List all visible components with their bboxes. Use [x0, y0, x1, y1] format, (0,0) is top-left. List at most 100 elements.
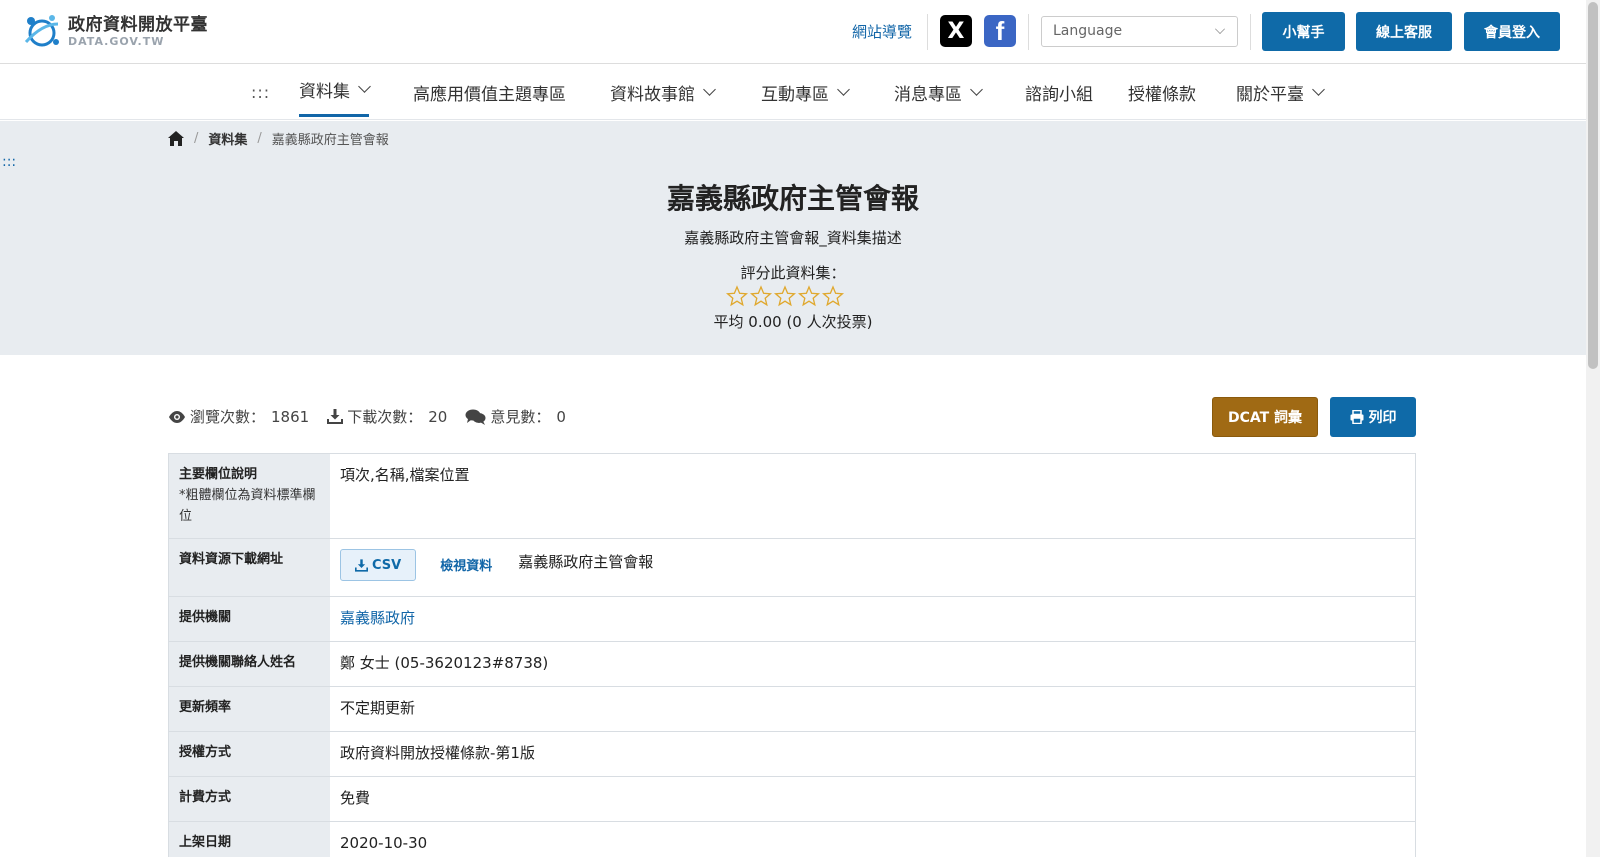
- nav-item-about[interactable]: 關於平臺: [1236, 64, 1325, 120]
- chevron-down-icon: [1312, 82, 1325, 96]
- language-select[interactable]: Language: [1041, 16, 1238, 47]
- nav-item-news[interactable]: 消息專區: [894, 64, 983, 120]
- nav-item-label: 消息專區: [894, 84, 962, 105]
- scrollbar-thumb[interactable]: [1588, 2, 1598, 369]
- nav-item-label: 授權條款: [1128, 84, 1196, 105]
- star-icon[interactable]: [821, 285, 845, 307]
- logo-title: 政府資料開放平臺: [68, 14, 208, 35]
- csv-label: CSV: [372, 557, 402, 573]
- chevron-down-icon: [358, 79, 371, 93]
- helper-button[interactable]: 小幫手: [1262, 12, 1345, 51]
- nav-item-label: 資料集: [299, 81, 350, 102]
- views-label: 瀏覽次數：: [190, 408, 266, 426]
- x-share-icon[interactable]: X: [940, 15, 972, 47]
- table-row: 主要欄位說明 *粗體欄位為資料標準欄位 項次,名稱,檔案位置: [169, 454, 1415, 539]
- provider-link[interactable]: 嘉義縣政府: [340, 607, 415, 630]
- sitemap-link[interactable]: 網站導覽: [852, 21, 912, 42]
- dataset-info-table: 主要欄位說明 *粗體欄位為資料標準欄位 項次,名稱,檔案位置 資料資源下載網址 …: [168, 453, 1416, 857]
- member-login-button[interactable]: 會員登入: [1464, 12, 1560, 51]
- views-count: 1861: [271, 407, 310, 426]
- nav-item-label: 諮詢小組: [1025, 84, 1093, 105]
- fields-note: *粗體欄位為資料標準欄位: [179, 488, 316, 524]
- language-select-value: Language: [1053, 23, 1123, 39]
- contact-label: 提供機關聯絡人姓名: [169, 642, 330, 686]
- nav-item-label: 高應用價值主題專區: [413, 84, 566, 105]
- csv-download-button[interactable]: CSV: [340, 549, 417, 581]
- breadcrumb-separator: /: [257, 131, 262, 146]
- facebook-share-icon[interactable]: f: [984, 15, 1016, 47]
- nav-item-label: 互動專區: [761, 84, 829, 105]
- fields-label: 主要欄位說明: [179, 467, 258, 482]
- views-stat: 瀏覽次數： 1861: [168, 406, 309, 427]
- table-row: 更新頻率 不定期更新: [169, 687, 1415, 732]
- chevron-down-icon: [970, 82, 983, 96]
- table-row: 上架日期 2020-10-30: [169, 822, 1415, 857]
- breadcrumb: / 資料集 / 嘉義縣政府主管會報: [168, 129, 389, 148]
- comments-icon: [465, 409, 486, 425]
- breadcrumb-datasets[interactable]: 資料集: [208, 129, 247, 148]
- resource-cell: CSV 檢視資料 嘉義縣政府主管會報: [330, 539, 1415, 596]
- star-icon[interactable]: [797, 285, 821, 307]
- print-icon: [1350, 410, 1363, 424]
- provider-label: 提供機關: [169, 597, 330, 641]
- frequency-value: 不定期更新: [340, 699, 416, 717]
- star-icon[interactable]: [773, 285, 797, 307]
- table-row: 計費方式 免費: [169, 777, 1415, 822]
- nav-item-interactive[interactable]: 互動專區: [761, 64, 850, 120]
- nav-item-high-value[interactable]: 高應用價值主題專區: [413, 64, 566, 120]
- dcat-button[interactable]: DCAT 詞彙: [1212, 397, 1318, 437]
- divider: [1028, 14, 1029, 50]
- print-label: 列印: [1368, 410, 1397, 426]
- site-logo[interactable]: 政府資料開放平臺 DATA.GOV.TW: [22, 12, 208, 50]
- dataset-hero: / 資料集 / 嘉義縣政府主管會報 ::: 嘉義縣政府主管會報 嘉義縣政府主管會…: [0, 121, 1586, 355]
- content-accesskey[interactable]: :::: [2, 154, 16, 170]
- star-icon[interactable]: [749, 285, 773, 307]
- resource-name: 嘉義縣政府主管會報: [518, 553, 654, 571]
- divider: [927, 14, 928, 50]
- site-header: 政府資料開放平臺 DATA.GOV.TW 網站導覽 X f Language 小…: [0, 0, 1586, 64]
- rating-average: 平均 0.00 (0 人次投票): [713, 313, 873, 331]
- page-scrollbar[interactable]: [1586, 0, 1600, 857]
- view-data-link[interactable]: 檢視資料: [440, 555, 492, 578]
- row-header: 主要欄位說明 *粗體欄位為資料標準欄位: [169, 454, 330, 538]
- star-icon[interactable]: [725, 285, 749, 307]
- resource-label: 資料資源下載網址: [169, 539, 330, 596]
- table-row: 提供機關聯絡人姓名 鄭 女士 (05-3620123#8738): [169, 642, 1415, 687]
- main-nav: ::: 資料集 高應用價值主題專區 資料故事館 互動專區 消息專區 諮詢小組 授…: [0, 64, 1586, 120]
- contact-value: 鄭 女士 (05-3620123#8738): [340, 654, 549, 672]
- logo-icon: [22, 12, 62, 50]
- download-icon: [327, 409, 344, 424]
- chevron-down-icon: [837, 82, 850, 96]
- print-button[interactable]: 列印: [1330, 397, 1416, 437]
- breadcrumb-current: 嘉義縣政府主管會報: [271, 133, 389, 148]
- nav-item-label: 資料故事館: [610, 84, 695, 105]
- nav-item-datasets[interactable]: 資料集: [299, 64, 371, 117]
- nav-item-advisory[interactable]: 諮詢小組: [1025, 64, 1093, 120]
- breadcrumb-separator: /: [194, 131, 199, 146]
- download-icon: [355, 558, 368, 572]
- divider: [1250, 14, 1251, 50]
- dataset-description: 嘉義縣政府主管會報_資料集描述: [684, 229, 902, 247]
- comments-count: 0: [556, 407, 566, 426]
- rating-stars: [725, 285, 845, 307]
- published-value: 2020-10-30: [340, 834, 428, 852]
- home-icon[interactable]: [168, 131, 184, 146]
- downloads-count: 20: [428, 407, 448, 426]
- table-row: 提供機關 嘉義縣政府: [169, 597, 1415, 642]
- license-label: 授權方式: [169, 732, 330, 776]
- nav-item-license[interactable]: 授權條款: [1128, 64, 1196, 120]
- published-label: 上架日期: [169, 822, 330, 857]
- table-row: 授權方式 政府資料開放授權條款-第1版: [169, 732, 1415, 777]
- logo-subtitle: DATA.GOV.TW: [68, 34, 165, 48]
- nav-item-stories[interactable]: 資料故事館: [610, 64, 716, 120]
- online-service-button[interactable]: 線上客服: [1356, 12, 1452, 51]
- rate-label: 評分此資料集：: [740, 264, 846, 282]
- chevron-down-icon: [1215, 24, 1225, 34]
- page-title: 嘉義縣政府主管會報: [666, 182, 919, 215]
- fee-label: 計費方式: [169, 777, 330, 821]
- chevron-down-icon: [703, 82, 716, 96]
- comments-label: 意見數：: [490, 408, 551, 426]
- downloads-stat: 下載次數： 20: [327, 406, 447, 427]
- nav-accesskey[interactable]: :::: [251, 64, 270, 120]
- fee-value: 免費: [340, 789, 371, 807]
